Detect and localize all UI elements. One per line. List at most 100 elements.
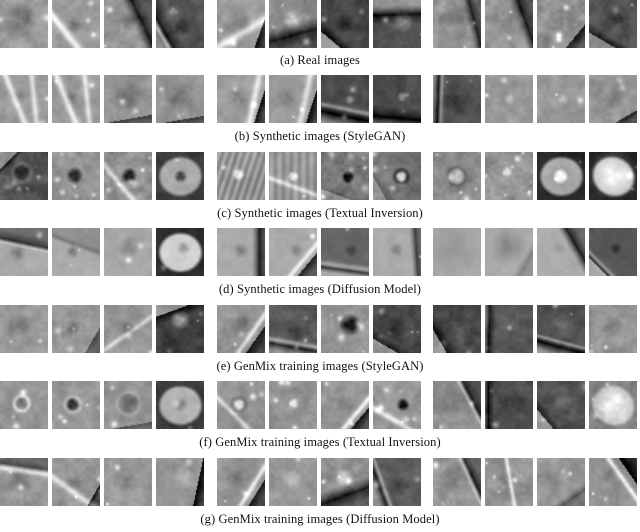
ct-image-canvas [589, 381, 637, 429]
figure-row-a [0, 0, 640, 48]
ct-image-tile [433, 0, 481, 48]
ct-image-canvas [52, 458, 100, 506]
ct-image-canvas [52, 75, 100, 123]
ct-image-tile [589, 305, 637, 353]
ct-image-tile [537, 75, 585, 123]
ct-image-tile [373, 381, 421, 429]
ct-image-canvas [373, 0, 421, 48]
ct-image-canvas [0, 381, 48, 429]
ct-image-canvas [589, 305, 637, 353]
ct-image-tile [589, 381, 637, 429]
ct-image-tile [156, 228, 204, 276]
figure-row-e [0, 305, 640, 353]
ct-image-canvas [433, 152, 481, 200]
ct-image-tile [104, 152, 152, 200]
ct-image-canvas [156, 0, 204, 48]
figure-caption: (b) Synthetic images (StyleGAN) [234, 129, 406, 143]
ct-image-tile [0, 381, 48, 429]
ct-image-tile [0, 75, 48, 123]
ct-image-tile [0, 305, 48, 353]
ct-image-canvas [433, 305, 481, 353]
ct-image-tile [269, 458, 317, 506]
ct-image-tile [589, 0, 637, 48]
image-strip [0, 75, 640, 123]
ct-image-canvas [52, 0, 100, 48]
ct-image-canvas [589, 228, 637, 276]
ct-image-canvas [537, 75, 585, 123]
ct-image-tile [156, 305, 204, 353]
ct-image-tile [217, 458, 265, 506]
ct-image-tile [485, 152, 533, 200]
ct-image-tile [156, 0, 204, 48]
figure-caption: (g) GenMix training images (Diffusion Mo… [200, 512, 440, 526]
figure-row-f [0, 381, 640, 429]
ct-image-tile [433, 381, 481, 429]
ct-image-canvas [485, 75, 533, 123]
ct-image-canvas [321, 305, 369, 353]
ct-image-tile [104, 458, 152, 506]
ct-image-tile [217, 0, 265, 48]
ct-image-canvas [156, 228, 204, 276]
ct-image-tile [0, 0, 48, 48]
ct-image-tile [217, 228, 265, 276]
figure-row-b [0, 75, 640, 123]
ct-image-canvas [589, 75, 637, 123]
ct-image-tile [269, 305, 317, 353]
ct-image-canvas [373, 305, 421, 353]
ct-image-tile [485, 305, 533, 353]
figure-caption: (c) Synthetic images (Textual Inversion) [217, 206, 423, 220]
ct-image-canvas [104, 152, 152, 200]
image-strip [0, 0, 640, 48]
ct-image-canvas [0, 458, 48, 506]
ct-image-tile [269, 152, 317, 200]
ct-image-tile [485, 381, 533, 429]
ct-image-tile [52, 458, 100, 506]
ct-image-canvas [485, 152, 533, 200]
ct-image-canvas [433, 75, 481, 123]
ct-image-canvas [0, 305, 48, 353]
ct-image-canvas [321, 0, 369, 48]
ct-image-tile [485, 75, 533, 123]
ct-image-tile [321, 305, 369, 353]
ct-image-tile [104, 0, 152, 48]
ct-image-tile [217, 152, 265, 200]
ct-image-tile [52, 381, 100, 429]
ct-image-tile [104, 228, 152, 276]
figure-caption: (e) GenMix training images (StyleGAN) [216, 359, 424, 373]
ct-image-tile [52, 228, 100, 276]
ct-image-tile [589, 152, 637, 200]
ct-image-canvas [156, 75, 204, 123]
ct-image-canvas [433, 381, 481, 429]
ct-image-canvas [104, 0, 152, 48]
ct-image-tile [156, 152, 204, 200]
ct-image-tile [321, 228, 369, 276]
ct-image-canvas [52, 381, 100, 429]
ct-image-tile [217, 381, 265, 429]
ct-image-canvas [433, 0, 481, 48]
ct-image-canvas [0, 152, 48, 200]
image-strip [0, 458, 640, 506]
ct-image-tile [373, 458, 421, 506]
figure-caption: (a) Real images [280, 53, 360, 67]
ct-image-tile [373, 305, 421, 353]
ct-image-canvas [0, 0, 48, 48]
ct-image-tile [321, 152, 369, 200]
ct-image-canvas [104, 305, 152, 353]
ct-image-tile [52, 152, 100, 200]
figure-row-g [0, 458, 640, 506]
ct-image-tile [485, 228, 533, 276]
ct-image-tile [537, 152, 585, 200]
figure-row-d [0, 228, 640, 276]
ct-image-canvas [589, 458, 637, 506]
ct-image-canvas [537, 458, 585, 506]
ct-image-canvas [485, 458, 533, 506]
ct-image-canvas [373, 228, 421, 276]
ct-image-canvas [433, 458, 481, 506]
ct-image-tile [52, 75, 100, 123]
ct-image-canvas [52, 305, 100, 353]
ct-image-canvas [537, 0, 585, 48]
ct-image-canvas [269, 305, 317, 353]
ct-image-canvas [269, 228, 317, 276]
ct-image-tile [321, 458, 369, 506]
ct-image-canvas [156, 458, 204, 506]
